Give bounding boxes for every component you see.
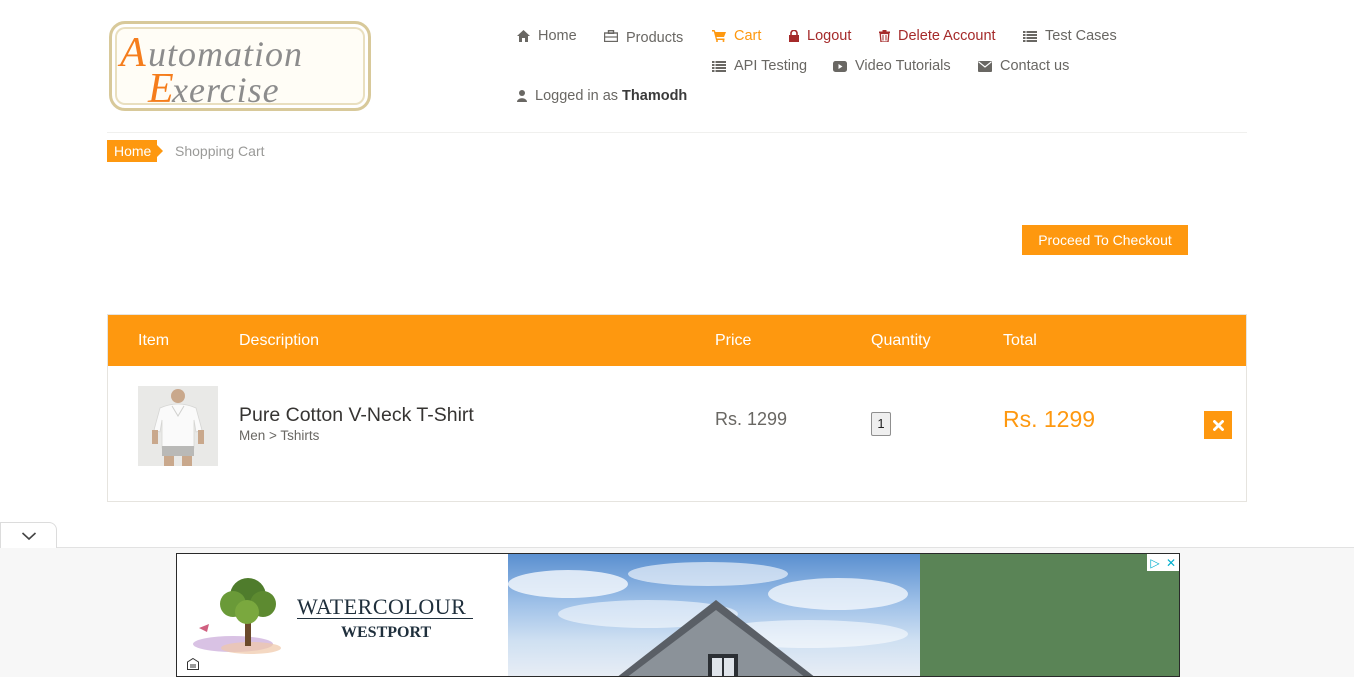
list-icon [1023, 30, 1037, 42]
chevron-down-icon [21, 531, 36, 540]
nav-api-testing-label: API Testing [734, 58, 808, 74]
cart-icon [712, 30, 726, 42]
logged-in-status: Logged in as Thamodh [517, 88, 687, 104]
nav-products-label: Products [626, 30, 684, 46]
nav-delete-account[interactable]: Delete Account [879, 28, 996, 44]
nav-video-tutorials-label: Video Tutorials [855, 58, 951, 74]
adchoices-icon[interactable]: ▷ [1147, 554, 1163, 571]
header-total: Total [1003, 332, 1037, 349]
logo-letter-a: A [117, 30, 146, 76]
svg-text:xercise: xercise [171, 70, 280, 108]
ad-choices[interactable]: ▷ ✕ [1147, 554, 1179, 571]
product-price: Rs. 1299 [715, 409, 788, 429]
nav-home[interactable]: Home [517, 28, 577, 44]
product-name[interactable]: Pure Cotton V-Neck T-Shirt [239, 404, 474, 427]
nav-products[interactable]: Products [604, 28, 684, 46]
envelope-icon [978, 60, 992, 72]
header-price: Price [715, 332, 752, 349]
ad-house-photo [508, 554, 920, 676]
list-icon [712, 60, 726, 72]
user-icon [517, 90, 527, 102]
logged-in-prefix: Logged in as [535, 88, 619, 104]
nav-cart[interactable]: Cart [712, 28, 761, 44]
nav-logout-label: Logout [807, 28, 852, 44]
youtube-icon [833, 60, 847, 72]
product-quantity[interactable]: 1 [871, 412, 891, 436]
tree-logo-icon [193, 578, 281, 654]
logged-in-username: Thamodh [622, 88, 688, 104]
nav-cart-label: Cart [734, 28, 762, 44]
proceed-to-checkout-button[interactable]: Proceed To Checkout [1022, 225, 1188, 255]
header-quantity: Quantity [871, 332, 931, 349]
home-icon [517, 30, 530, 42]
header-divider [107, 132, 1247, 133]
nav-contact-us[interactable]: Contact us [978, 58, 1069, 74]
nav-test-cases-label: Test Cases [1045, 28, 1117, 44]
nav-video-tutorials[interactable]: Video Tutorials [833, 58, 951, 74]
cart-table: Item Description Price Quantity Total Pu… [107, 314, 1247, 502]
cart-table-header: Item Description Price Quantity Total [108, 315, 1246, 366]
ad-brand-name: WATERCOLOUR [297, 594, 467, 619]
logo-letter-e: E [147, 66, 174, 108]
close-icon [1212, 419, 1224, 431]
ad-brand-underline [297, 618, 473, 619]
breadcrumb-home[interactable]: Home [107, 140, 163, 162]
lock-icon [789, 30, 799, 42]
ad-green-panel [920, 554, 1179, 676]
header-item: Item [138, 332, 170, 349]
ad-close-icon[interactable]: ✕ [1163, 554, 1179, 571]
nav-home-label: Home [538, 28, 577, 44]
nav-logout[interactable]: Logout [789, 28, 851, 44]
ad-logo-panel: WATERCOLOUR WESTPORT [177, 554, 508, 676]
nav-delete-account-label: Delete Account [898, 28, 996, 44]
nav-contact-us-label: Contact us [1000, 58, 1070, 74]
ad-banner[interactable]: WATERCOLOUR WESTPORT ▷ ✕ [176, 553, 1180, 677]
header-description: Description [239, 332, 320, 349]
ad-collapse-button[interactable] [0, 522, 57, 548]
site-logo[interactable]: A utomation E xercise [109, 21, 371, 111]
remove-item-button[interactable] [1204, 411, 1232, 439]
equal-housing-icon [187, 658, 199, 670]
breadcrumb-current: Shopping Cart [175, 143, 265, 159]
trash-icon [879, 30, 890, 42]
ad-brand-sub: WESTPORT [341, 624, 432, 641]
nav-api-testing[interactable]: API Testing [712, 58, 807, 74]
product-image[interactable] [138, 386, 218, 466]
nav-test-cases[interactable]: Test Cases [1023, 28, 1117, 44]
product-total: Rs. 1299 [1003, 406, 1096, 432]
briefcase-icon [604, 30, 618, 42]
product-category: Men > Tshirts [239, 428, 320, 443]
